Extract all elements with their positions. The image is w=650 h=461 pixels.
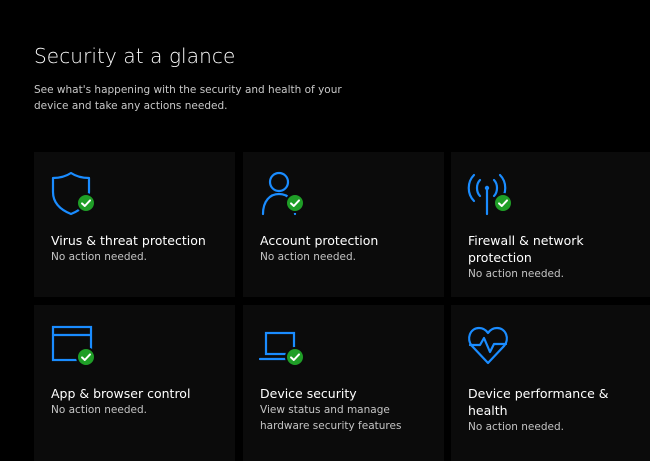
wireless-antenna-icon bbox=[467, 170, 519, 218]
checkmark-status-icon bbox=[76, 347, 96, 367]
shield-icon bbox=[50, 170, 102, 218]
tile-title: Virus & threat protection bbox=[51, 233, 206, 248]
security-at-a-glance-page: Security at a glance See what's happenin… bbox=[0, 0, 650, 461]
tile-status: No action needed. bbox=[51, 404, 147, 416]
checkmark-status-icon bbox=[285, 193, 305, 213]
checkmark-status-icon bbox=[493, 193, 513, 213]
tile-app-browser-control[interactable]: App & browser control No action needed. bbox=[34, 305, 235, 461]
tile-device-performance-health[interactable]: Device performance & health No action ne… bbox=[451, 305, 650, 461]
person-icon bbox=[259, 170, 311, 218]
browser-window-icon bbox=[50, 323, 102, 371]
checkmark-status-icon bbox=[285, 347, 305, 367]
tile-title: Device security bbox=[260, 386, 357, 401]
laptop-icon bbox=[259, 323, 311, 371]
tile-account-protection[interactable]: Account protection No action needed. bbox=[243, 152, 444, 297]
page-title: Security at a glance bbox=[34, 44, 236, 68]
tile-virus-threat-protection[interactable]: Virus & threat protection No action need… bbox=[34, 152, 235, 297]
tile-status: No action needed. bbox=[260, 251, 356, 263]
checkmark-status-icon bbox=[76, 193, 96, 213]
tile-status: View status and manage hardware security… bbox=[260, 404, 402, 432]
tile-status: No action needed. bbox=[468, 421, 564, 433]
tile-status: No action needed. bbox=[468, 268, 564, 280]
page-subtitle: See what's happening with the security a… bbox=[34, 84, 342, 112]
tile-title: App & browser control bbox=[51, 386, 191, 401]
tile-title: Account protection bbox=[260, 233, 379, 248]
tile-device-security[interactable]: Device security View status and manage h… bbox=[243, 305, 444, 461]
tile-firewall-network-protection[interactable]: Firewall & network protection No action … bbox=[451, 152, 650, 297]
heart-pulse-icon bbox=[467, 323, 519, 371]
tile-grid: Virus & threat protection No action need… bbox=[34, 152, 650, 461]
tile-title: Firewall & network protection bbox=[468, 233, 584, 265]
tile-title: Device performance & health bbox=[468, 386, 609, 418]
tile-status: No action needed. bbox=[51, 251, 147, 263]
